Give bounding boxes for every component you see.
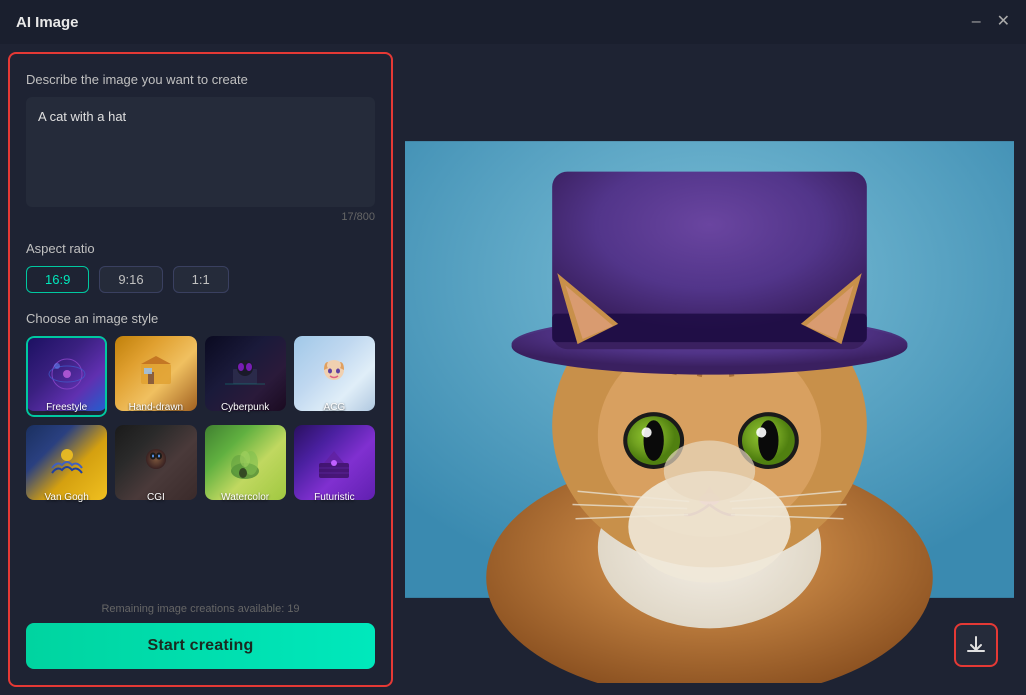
aspect-btn-16-9[interactable]: 16:9 xyxy=(26,266,89,293)
app-window: AI Image – ✕ Describe the image you want… xyxy=(0,0,1026,695)
prompt-label: Describe the image you want to create xyxy=(26,72,375,87)
style-item-acg[interactable]: ACG xyxy=(294,336,375,417)
style-item-cyberpunk[interactable]: Cyberpunk xyxy=(205,336,286,417)
aspect-btn-9-16[interactable]: 9:16 xyxy=(99,266,162,293)
style-item-watercolor[interactable]: Watercolor xyxy=(205,425,286,506)
style-label: Choose an image style xyxy=(26,311,375,326)
aspect-ratio-buttons: 16:9 9:16 1:1 xyxy=(26,266,375,293)
title-controls: – ✕ xyxy=(972,14,1010,30)
start-creating-button[interactable]: Start creating xyxy=(26,623,375,669)
prompt-textarea[interactable]: A cat with a hat xyxy=(26,97,375,207)
minimize-button[interactable]: – xyxy=(972,14,981,30)
style-label-watercolor: Watercolor xyxy=(205,492,286,503)
left-panel: Describe the image you want to create A … xyxy=(8,52,393,687)
close-button[interactable]: ✕ xyxy=(997,14,1010,30)
style-item-vangogh[interactable]: Van Gogh xyxy=(26,425,107,506)
generated-image-container xyxy=(405,56,1014,683)
style-item-handdrawn[interactable]: Hand-drawn xyxy=(115,336,196,417)
style-item-futuristic[interactable]: Futuristic xyxy=(294,425,375,506)
window-title: AI Image xyxy=(16,14,79,31)
style-item-cgi[interactable]: CGI xyxy=(115,425,196,506)
bottom-section: Remaining image creations available: 19 … xyxy=(26,587,375,669)
style-label-acg: ACG xyxy=(294,402,375,413)
aspect-btn-1-1[interactable]: 1:1 xyxy=(173,266,229,293)
main-content: Describe the image you want to create A … xyxy=(0,44,1026,695)
aspect-ratio-section: Aspect ratio 16:9 9:16 1:1 xyxy=(26,241,375,293)
aspect-ratio-label: Aspect ratio xyxy=(26,241,375,256)
style-section: Choose an image style Freestyle xyxy=(26,311,375,507)
right-panel xyxy=(401,44,1026,695)
style-label-futuristic: Futuristic xyxy=(294,492,375,503)
style-label-freestyle: Freestyle xyxy=(26,402,107,413)
char-count: 17/800 xyxy=(26,211,375,223)
title-bar-left: AI Image xyxy=(16,14,79,31)
style-label-cyberpunk: Cyberpunk xyxy=(205,402,286,413)
title-bar: AI Image – ✕ xyxy=(0,0,1026,44)
style-label-handdrawn: Hand-drawn xyxy=(115,402,196,413)
cat-image xyxy=(405,56,1014,683)
remaining-text: Remaining image creations available: 19 xyxy=(26,603,375,615)
download-icon xyxy=(965,634,987,656)
style-label-vangogh: Van Gogh xyxy=(26,492,107,503)
style-grid: Freestyle Hand-drawn xyxy=(26,336,375,507)
download-button[interactable] xyxy=(954,623,998,667)
style-item-freestyle[interactable]: Freestyle xyxy=(26,336,107,417)
style-label-cgi: CGI xyxy=(115,492,196,503)
